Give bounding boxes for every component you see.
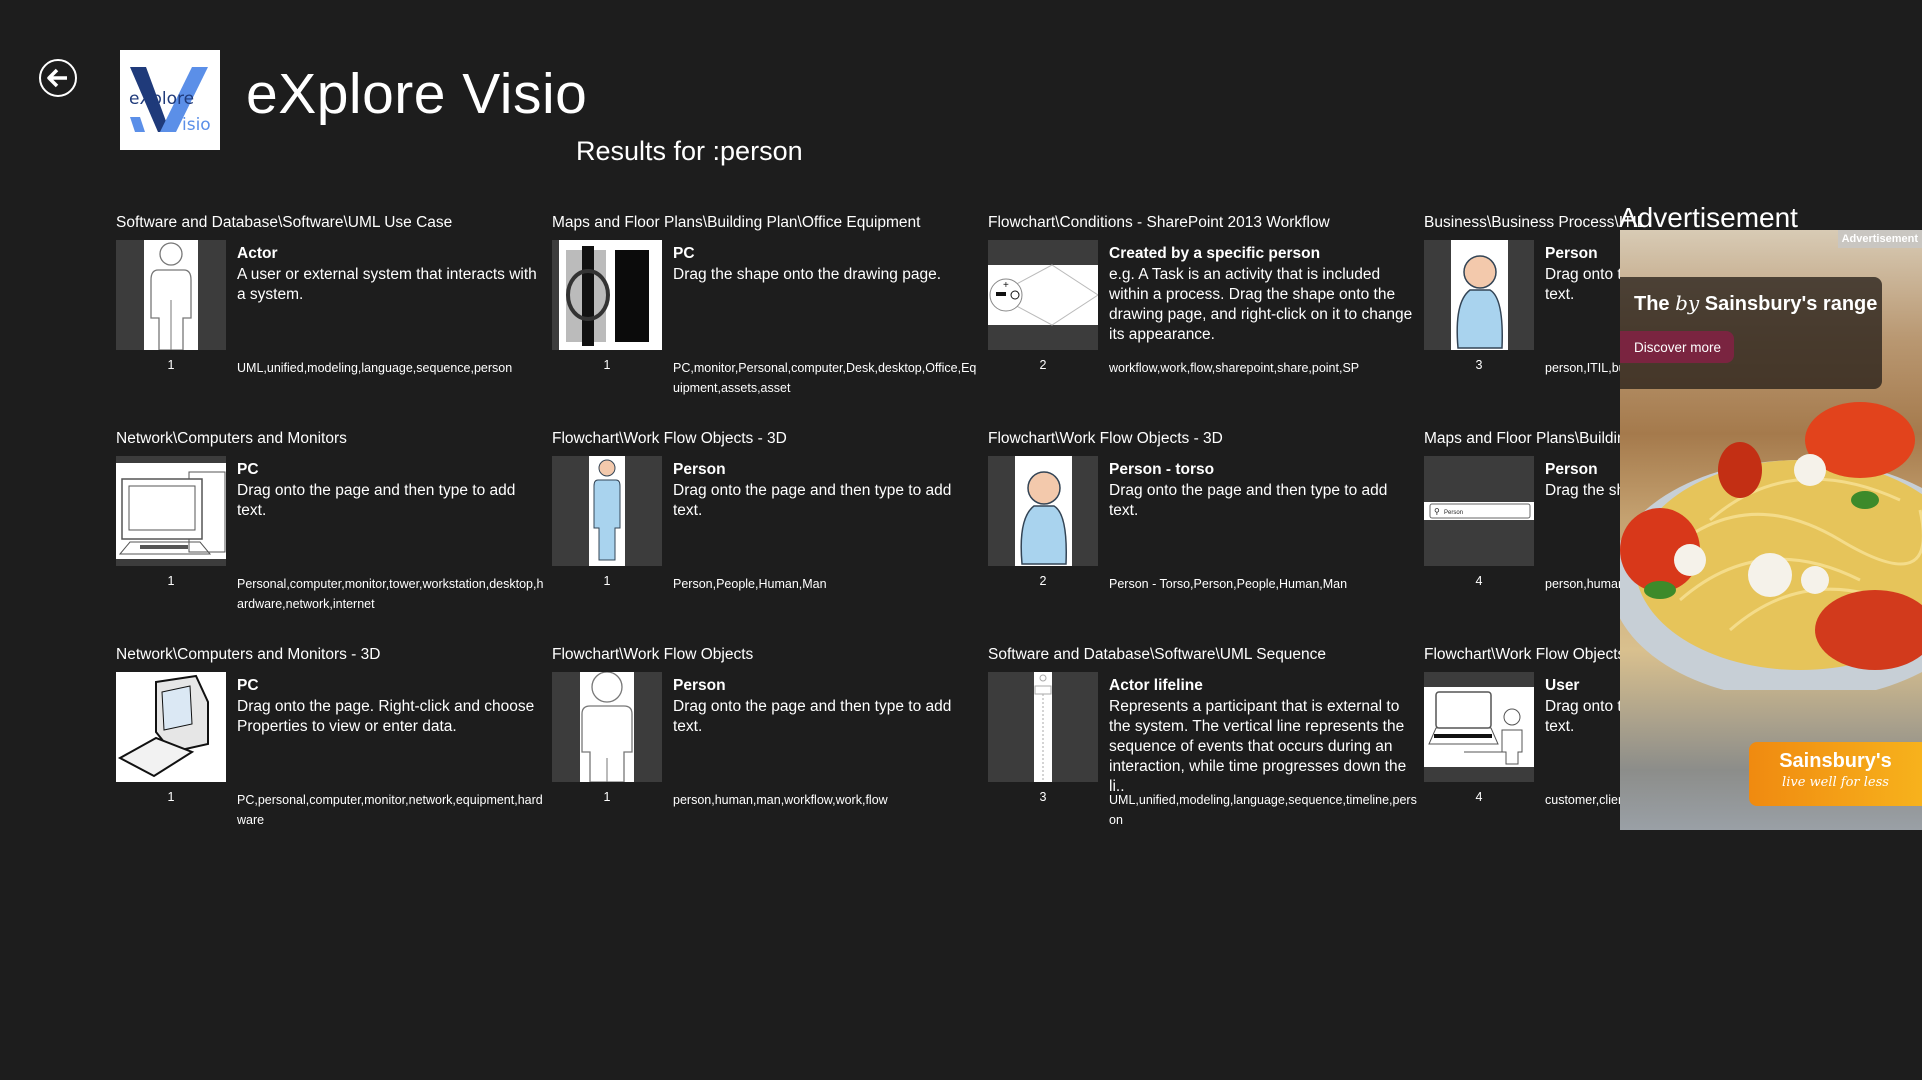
arrow-left-icon xyxy=(47,68,67,88)
result-category: Flowchart\Work Flow Objects - 3D xyxy=(552,430,787,447)
result-count: 1 xyxy=(167,790,175,804)
result-title: Actor lifeline xyxy=(1109,677,1203,694)
result-count: 4 xyxy=(1475,574,1483,588)
result-description: Drag onto the page and then type to add … xyxy=(1109,482,1388,519)
result-item[interactable]: Software and Database\Software\UML Use C… xyxy=(116,214,546,419)
result-tags: UML,unified,modeling,language,sequence,p… xyxy=(237,361,513,375)
result-title: Person xyxy=(1545,245,1598,262)
result-category: Business\Business Process\ITIL xyxy=(1424,214,1646,231)
discover-more-button[interactable]: Discover more xyxy=(1620,331,1734,363)
result-description: Drag onto the page. Right-click and choo… xyxy=(237,698,535,735)
result-count: 1 xyxy=(167,574,175,588)
actor-lifeline-icon xyxy=(988,672,1098,782)
person-torso-3d-icon xyxy=(988,456,1098,566)
advertisement-tag: Advertisement xyxy=(1837,230,1922,248)
app-title: eXplore Visio xyxy=(246,62,588,126)
result-category: Flowchart\Work Flow Objects xyxy=(1424,646,1626,663)
result-description: Drag onto the page and then type to add … xyxy=(237,482,516,519)
result-description: e.g. A Task is an activity that is inclu… xyxy=(1109,266,1413,343)
advertisement-heading: Advertisement xyxy=(1619,202,1798,233)
result-tags: Person - Torso,Person,People,Human,Man xyxy=(1109,577,1348,591)
pasta-dish-image xyxy=(1620,402,1922,690)
back-button[interactable] xyxy=(39,59,77,97)
result-category: Flowchart\Conditions - SharePoint 2013 W… xyxy=(988,214,1330,231)
result-title: User xyxy=(1545,677,1580,694)
result-tags: person,human,man,workflow,work,flow xyxy=(673,793,888,807)
result-item[interactable]: Maps and Floor Plans\Building Plan\Offic… xyxy=(552,214,982,419)
result-tags: UML,unified,modeling,language,sequence,t… xyxy=(1109,793,1417,827)
result-category: Network\Computers and Monitors - 3D xyxy=(116,646,381,663)
result-item[interactable]: Software and Database\Software\UML Seque… xyxy=(988,646,1418,851)
person-label-icon: ⚲ Person xyxy=(1424,456,1534,566)
app-logo: eXplore isio xyxy=(120,50,220,150)
person-full-3d-icon xyxy=(552,456,662,566)
svg-text:eXplore: eXplore xyxy=(129,89,194,109)
result-count: 3 xyxy=(1039,790,1047,804)
result-item[interactable]: Flowchart\Work Flow Objects - 3D Person … xyxy=(988,430,1418,635)
result-description: A user or external system that interacts… xyxy=(237,266,537,303)
result-tags: Personal,computer,monitor,tower,workstat… xyxy=(237,577,544,611)
svg-text:isio: isio xyxy=(182,115,211,135)
pc-outline-icon xyxy=(116,456,226,566)
floorplan-pc-icon xyxy=(552,240,662,350)
result-count: 1 xyxy=(603,790,611,804)
result-count: 1 xyxy=(603,574,611,588)
result-category: Flowchart\Work Flow Objects - 3D xyxy=(988,430,1223,447)
result-category: Flowchart\Work Flow Objects xyxy=(552,646,754,663)
result-category: Maps and Floor Plans\Building Plan\Offic… xyxy=(552,214,921,231)
result-count: 3 xyxy=(1475,358,1483,372)
ad-message-box: The by Sainsbury's range Discover more xyxy=(1620,277,1882,389)
svg-text:⚲: ⚲ xyxy=(1434,507,1440,516)
svg-text:+: + xyxy=(1003,280,1009,291)
result-item[interactable]: Flowchart\Work Flow Objects Person Drag … xyxy=(552,646,982,851)
result-item[interactable]: Network\Computers and Monitors - 3D PC D… xyxy=(116,646,546,851)
result-item[interactable]: Flowchart\Conditions - SharePoint 2013 W… xyxy=(988,214,1418,419)
result-title: Actor xyxy=(237,245,278,262)
result-tags: workflow,work,flow,sharepoint,share,poin… xyxy=(1109,361,1360,375)
result-tags: PC,monitor,Personal,computer,Desk,deskto… xyxy=(673,361,977,395)
result-description: Drag onto the page and then type to add … xyxy=(673,482,952,519)
results-heading: Results for :person xyxy=(576,136,803,166)
result-count: 4 xyxy=(1475,790,1483,804)
result-description: Drag onto the page and then type to add … xyxy=(673,698,952,735)
person-torso-3d-icon xyxy=(1424,240,1534,350)
svg-text:Person: Person xyxy=(1444,510,1463,516)
result-description: Drag the shape onto the drawing page. xyxy=(673,266,941,283)
result-title: Person xyxy=(673,677,726,694)
pc-3d-icon xyxy=(116,672,226,782)
advertisement-banner[interactable]: Advertisement The by Sainsbury's range D… xyxy=(1620,230,1922,830)
result-item[interactable]: Network\Computers and Monitors PC Drag o… xyxy=(116,430,546,635)
result-title: Person xyxy=(673,461,726,478)
result-category: Software and Database\Software\UML Use C… xyxy=(116,214,453,231)
result-title: PC xyxy=(237,461,259,478)
result-category: Software and Database\Software\UML Seque… xyxy=(988,646,1327,663)
result-count: 1 xyxy=(603,358,611,372)
result-title: Created by a specific person xyxy=(1109,245,1321,262)
user-computer-icon xyxy=(1424,672,1534,782)
result-title: Person - torso xyxy=(1109,461,1215,478)
result-title: PC xyxy=(237,677,259,694)
person-outline-icon xyxy=(552,672,662,782)
result-item[interactable]: Flowchart\Work Flow Objects - 3D Person … xyxy=(552,430,982,635)
result-tags: PC,personal,computer,monitor,network,equ… xyxy=(237,793,543,827)
result-title: PC xyxy=(673,245,695,262)
result-tags: Person,People,Human,Man xyxy=(673,577,827,591)
result-count: 1 xyxy=(167,358,175,372)
ad-headline: The by Sainsbury's range xyxy=(1634,291,1878,315)
result-count: 2 xyxy=(1039,574,1047,588)
condition-diamond-icon: + xyxy=(988,240,1098,350)
sainsburys-logo: Sainsbury's live well for less xyxy=(1749,742,1922,806)
result-title: Person xyxy=(1545,461,1598,478)
uml-actor-icon xyxy=(116,240,226,350)
result-count: 2 xyxy=(1039,358,1047,372)
result-description: Represents a participant that is externa… xyxy=(1109,698,1407,795)
result-category: Network\Computers and Monitors xyxy=(116,430,347,447)
